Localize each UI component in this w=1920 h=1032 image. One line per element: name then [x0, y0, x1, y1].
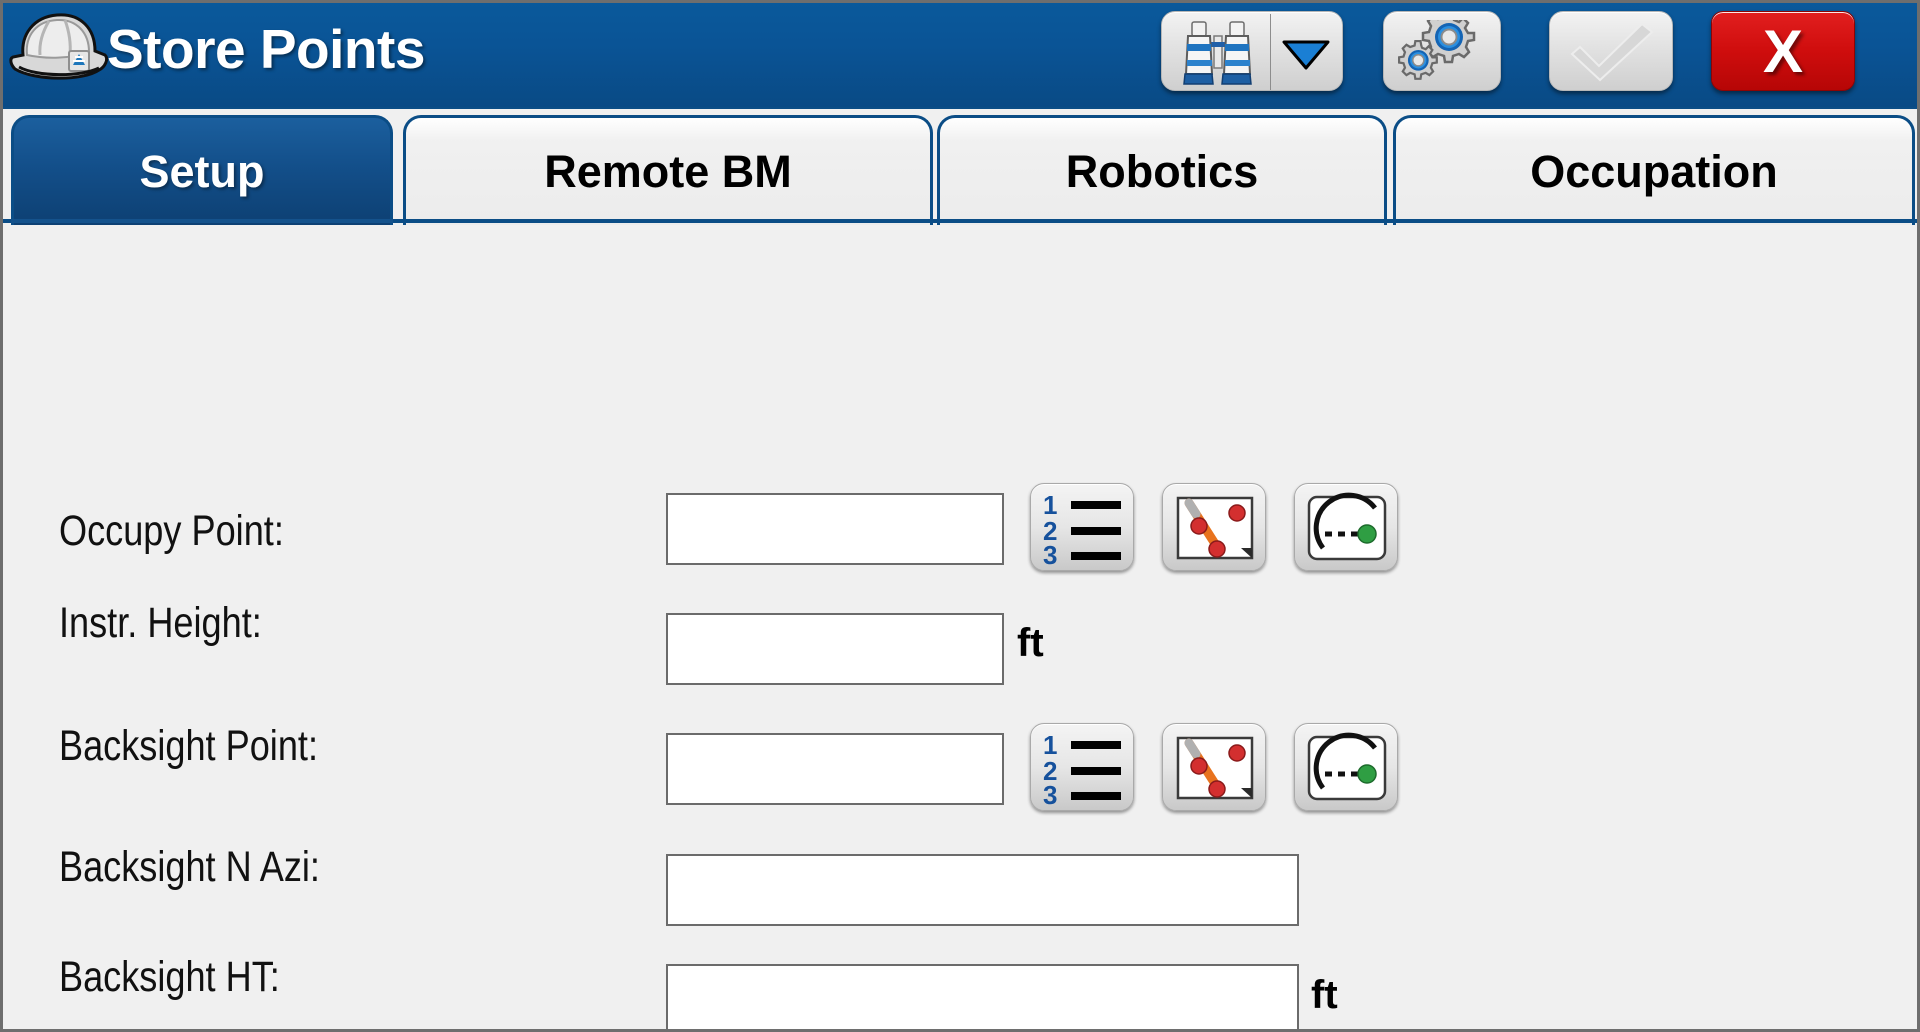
window-title: Store Points — [107, 18, 425, 80]
occupy-point-map-button[interactable] — [1162, 483, 1266, 571]
gears-icon — [1398, 20, 1476, 80]
tab-bar: Setup Remote BM Robotics Occupation — [3, 109, 1917, 225]
store-points-window: Store Points X Setup Remote BM Robotics … — [0, 0, 1920, 1032]
checkmark-icon — [1570, 22, 1654, 82]
tab-remote-bm[interactable]: Remote BM — [403, 115, 933, 225]
backsight-point-label: Backsight Point: — [59, 722, 318, 770]
svg-text:3: 3 — [1043, 540, 1057, 566]
setup-panel: Occupy Point: 1 2 3 Instr. Height: ft Ba… — [3, 225, 1917, 1029]
map-pick-icon — [1176, 496, 1254, 560]
numbered-list-icon: 1 2 3 — [1043, 730, 1121, 806]
svg-text:3: 3 — [1043, 780, 1057, 806]
backsight-point-map-button[interactable] — [1162, 723, 1266, 811]
settings-button[interactable] — [1383, 11, 1501, 91]
backsight-ht-label: Backsight HT: — [59, 953, 280, 1001]
backsight-point-list-button[interactable]: 1 2 3 — [1030, 723, 1134, 811]
angle-arc-icon — [1307, 492, 1387, 561]
tab-setup[interactable]: Setup — [11, 115, 393, 225]
backsight-point-input[interactable] — [666, 733, 1004, 805]
occupy-point-angle-button[interactable] — [1294, 483, 1398, 571]
instr-height-input[interactable] — [666, 613, 1004, 685]
instr-height-unit: ft — [1017, 621, 1044, 665]
tab-label: Setup — [139, 145, 265, 197]
map-pick-icon — [1176, 736, 1254, 800]
binoculars-icon — [1183, 21, 1252, 85]
tab-robotics[interactable]: Robotics — [937, 115, 1387, 225]
backsight-ht-input[interactable] — [666, 964, 1299, 1029]
backsight-n-azi-input[interactable] — [666, 854, 1299, 926]
caret-down-icon[interactable] — [1278, 34, 1334, 74]
tab-label: Remote BM — [544, 145, 792, 197]
close-button[interactable]: X — [1711, 11, 1855, 91]
backsight-ht-unit: ft — [1311, 973, 1338, 1017]
button-divider — [1270, 14, 1271, 90]
binoculars-button[interactable] — [1161, 11, 1343, 91]
angle-arc-icon — [1307, 732, 1387, 801]
backsight-point-angle-button[interactable] — [1294, 723, 1398, 811]
active-tab-connector — [11, 219, 393, 223]
occupy-point-list-button[interactable]: 1 2 3 — [1030, 483, 1134, 571]
x-icon: X — [1762, 17, 1804, 85]
tab-label: Occupation — [1530, 145, 1778, 197]
instr-height-label: Instr. Height: — [59, 599, 262, 647]
numbered-list-icon: 1 2 3 — [1043, 490, 1121, 566]
occupy-point-label: Occupy Point: — [59, 507, 284, 555]
tab-occupation[interactable]: Occupation — [1393, 115, 1915, 225]
hard-hat-icon — [9, 13, 109, 80]
tab-label: Robotics — [1065, 145, 1259, 197]
confirm-button[interactable] — [1549, 11, 1673, 91]
title-bar: Store Points X — [3, 3, 1917, 109]
occupy-point-input[interactable] — [666, 493, 1004, 565]
backsight-n-azi-label: Backsight N Azi: — [59, 843, 320, 891]
